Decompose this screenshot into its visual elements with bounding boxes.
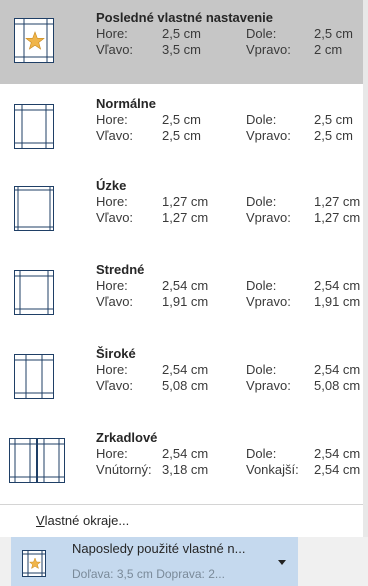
margin-preset-narrow[interactable]: Úzke Hore: 1,27 cm Dole: 1,27 cm Vľavo: … bbox=[0, 168, 363, 252]
preset-title: Úzke bbox=[96, 178, 127, 193]
wide-margins-page-icon bbox=[14, 354, 54, 399]
top-label: Hore: bbox=[96, 362, 128, 377]
left-value: 1,91 cm bbox=[162, 294, 209, 309]
narrow-margins-page-icon bbox=[14, 186, 54, 231]
left-value: 3,5 cm bbox=[162, 42, 202, 57]
margin-preset-last-custom[interactable]: Posledné vlastné nastavenie Hore: 2,5 cm… bbox=[0, 0, 363, 84]
bottom-value: 1,27 cm bbox=[314, 194, 361, 209]
outside-value: 2,54 cm bbox=[314, 462, 361, 477]
top-value: 2,54 cm bbox=[162, 278, 209, 293]
top-label: Hore: bbox=[96, 278, 128, 293]
moderate-margins-page-icon bbox=[14, 270, 54, 315]
bottom-value: 2,54 cm bbox=[314, 446, 361, 461]
right-value: 1,91 cm bbox=[314, 294, 361, 309]
right-label: Vpravo: bbox=[246, 210, 291, 225]
bottom-value: 2,5 cm bbox=[314, 26, 354, 41]
margin-preset-moderate[interactable]: Stredné Hore: 2,54 cm Dole: 2,54 cm Vľav… bbox=[0, 252, 363, 336]
margins-gallery: Posledné vlastné nastavenie Hore: 2,5 cm… bbox=[0, 0, 363, 586]
left-label: Vľavo: bbox=[96, 42, 134, 57]
accelerator-key: V bbox=[36, 513, 45, 528]
left-label: Vľavo: bbox=[96, 378, 134, 393]
bottom-label: Dole: bbox=[246, 26, 277, 41]
left-value: 2,5 cm bbox=[162, 128, 202, 143]
top-value: 2,54 cm bbox=[162, 446, 209, 461]
last-used-subtitle: Doľava: 3,5 cm Doprava: 2... bbox=[72, 567, 225, 581]
right-label: Vpravo: bbox=[246, 42, 291, 57]
bottom-value: 2,5 cm bbox=[314, 112, 354, 127]
top-value: 2,5 cm bbox=[162, 26, 202, 41]
top-label: Hore: bbox=[96, 446, 128, 461]
top-label: Hore: bbox=[96, 194, 128, 209]
right-label: Vpravo: bbox=[246, 128, 291, 143]
bottom-value: 2,54 cm bbox=[314, 362, 361, 377]
top-label: Hore: bbox=[96, 112, 128, 127]
preset-title: Zrkadlové bbox=[96, 430, 158, 445]
outside-label: Vonkajší: bbox=[246, 462, 299, 477]
right-label: Vpravo: bbox=[246, 378, 291, 393]
last-used-title: Naposledy použité vlastné n... bbox=[72, 541, 246, 556]
left-label: Vľavo: bbox=[96, 294, 134, 309]
inside-label: Vnútorný: bbox=[96, 462, 152, 477]
top-value: 2,5 cm bbox=[162, 112, 202, 127]
margin-preset-mirrored[interactable]: Zrkadlové Hore: 2,54 cm Dole: 2,54 cm Vn… bbox=[0, 420, 363, 504]
bottom-label: Dole: bbox=[246, 362, 277, 377]
top-value: 2,54 cm bbox=[162, 362, 209, 377]
left-label: Vľavo: bbox=[96, 210, 134, 225]
right-value: 5,08 cm bbox=[314, 378, 361, 393]
margin-preset-wide[interactable]: Široké Hore: 2,54 cm Dole: 2,54 cm Vľavo… bbox=[0, 336, 363, 420]
preset-title: Normálne bbox=[96, 96, 156, 111]
dropdown-arrow-icon[interactable] bbox=[278, 560, 286, 565]
preset-title: Posledné vlastné nastavenie bbox=[96, 10, 274, 25]
inside-value: 3,18 cm bbox=[162, 462, 209, 477]
star-page-icon bbox=[22, 550, 46, 582]
bottom-label: Dole: bbox=[246, 112, 277, 127]
right-value: 2 cm bbox=[314, 42, 343, 57]
separator bbox=[0, 504, 363, 505]
left-value: 1,27 cm bbox=[162, 210, 209, 225]
mirrored-margins-page-icon bbox=[9, 438, 65, 483]
margin-preset-normal[interactable]: Normálne Hore: 2,5 cm Dole: 2,5 cm Vľavo… bbox=[0, 86, 363, 170]
bottom-label: Dole: bbox=[246, 278, 277, 293]
bottom-label: Dole: bbox=[246, 446, 277, 461]
top-label: Hore: bbox=[96, 26, 128, 41]
left-label: Vľavo: bbox=[96, 128, 134, 143]
left-value: 5,08 cm bbox=[162, 378, 209, 393]
normal-margins-page-icon bbox=[14, 104, 54, 149]
custom-margins-button[interactable]: Vlastné okraje... bbox=[36, 512, 129, 530]
star-page-icon bbox=[14, 18, 54, 63]
top-value: 1,27 cm bbox=[162, 194, 209, 209]
right-label: Vpravo: bbox=[246, 294, 291, 309]
preset-title: Stredné bbox=[96, 262, 145, 277]
preset-title: Široké bbox=[96, 346, 136, 361]
bottom-label: Dole: bbox=[246, 194, 277, 209]
right-value: 1,27 cm bbox=[314, 210, 361, 225]
bottom-value: 2,54 cm bbox=[314, 278, 361, 293]
custom-margins-label: lastné okraje... bbox=[44, 513, 130, 528]
right-value: 2,5 cm bbox=[314, 128, 354, 143]
vertical-scrollbar[interactable] bbox=[363, 0, 368, 586]
